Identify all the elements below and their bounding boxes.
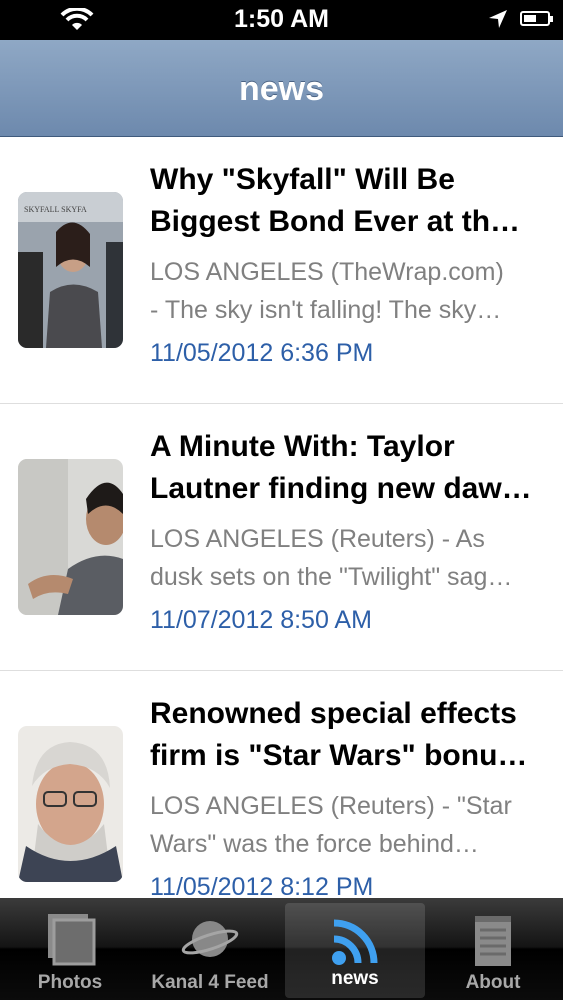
status-bar: 1:50 AM (0, 0, 563, 40)
tab-photos[interactable]: Photos (0, 898, 140, 1000)
article-date: 11/07/2012 8:50 AM (150, 606, 372, 634)
news-row[interactable]: Renowned special effects firm is "Star W… (0, 671, 563, 897)
article-title: A Minute With: Taylor Lautner finding ne… (150, 430, 532, 505)
tab-label: Kanal 4 Feed (151, 972, 269, 993)
article-title: Renowned special effects firm is "Star W… (150, 697, 528, 772)
tab-label: About (465, 972, 521, 993)
tab-news[interactable]: news (285, 903, 425, 998)
article-thumbnail: SKYFALL SKYFA (18, 192, 123, 348)
page-title: news (238, 70, 325, 108)
tab-bar: Photos Kanal 4 Feed news About (0, 898, 563, 1000)
news-list[interactable]: SKYFALL SKYFA Why "Skyfall" Will Be Bigg… (0, 137, 563, 897)
article-date: 11/05/2012 8:12 PM (150, 873, 374, 897)
article-summary: LOS ANGELES (Reuters) - As dusk sets on … (150, 525, 513, 591)
planet-icon (181, 921, 239, 957)
battery-icon (520, 11, 553, 26)
tab-kanal-4-feed[interactable]: Kanal 4 Feed (140, 898, 280, 1000)
article-summary: LOS ANGELES (TheWrap.com) - The sky isn'… (150, 258, 504, 324)
rss-icon (332, 919, 378, 965)
article-title: Why "Skyfall" Will Be Biggest Bond Ever … (150, 163, 521, 238)
location-arrow-icon (489, 10, 507, 28)
article-summary: LOS ANGELES (Reuters) - "Star Wars" was … (150, 792, 512, 858)
article-thumbnail (18, 726, 123, 882)
notepad-icon (475, 916, 511, 966)
article-date: 11/05/2012 6:36 PM (150, 339, 374, 367)
svg-text:SKYFALL SKYFA: SKYFALL SKYFA (24, 205, 87, 214)
tab-label: news (331, 968, 379, 989)
news-row[interactable]: SKYFALL SKYFA Why "Skyfall" Will Be Bigg… (0, 137, 563, 405)
navigation-bar: news (0, 40, 563, 137)
tab-label: Photos (37, 972, 103, 993)
news-row[interactable]: A Minute With: Taylor Lautner finding ne… (0, 404, 563, 672)
photos-icon (48, 914, 96, 966)
tab-about[interactable]: About (423, 898, 563, 1000)
article-thumbnail (18, 459, 123, 615)
status-time: 1:50 AM (234, 5, 329, 33)
